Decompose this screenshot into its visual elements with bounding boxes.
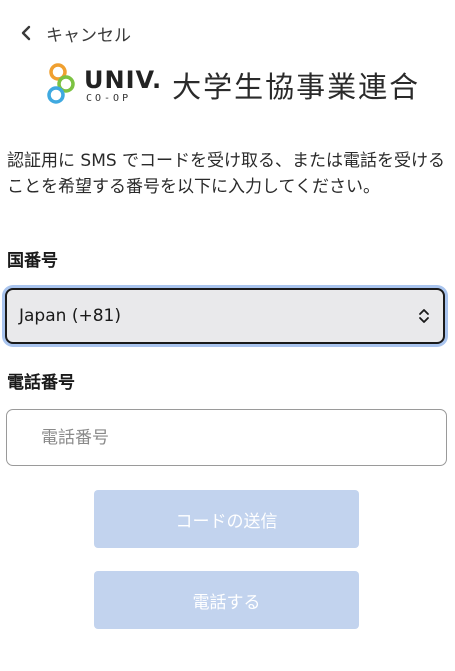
instruction-text: 認証用に SMS でコードを受け取る、または電話を受けることを希望する番号を以下… bbox=[7, 151, 446, 197]
chevron-up-down-icon bbox=[419, 309, 429, 323]
country-code-value: Japan (+81) bbox=[19, 306, 121, 326]
send-code-button[interactable]: コードの送信 bbox=[94, 490, 359, 548]
cancel-link[interactable]: キャンセル bbox=[20, 20, 131, 46]
phone-number-input[interactable] bbox=[6, 409, 447, 466]
brand-sub-text: CO-OP bbox=[86, 92, 132, 104]
phone-number-label: 電話番号 bbox=[7, 373, 75, 393]
org-name: 大学生協事業連合 bbox=[172, 70, 421, 104]
call-button[interactable]: 電話する bbox=[94, 571, 359, 629]
page: キャンセル UNIV. CO-OP 大学生協事業連合 認証用に SMS でコード… bbox=[0, 0, 455, 671]
coop-logo-mark-icon bbox=[47, 63, 75, 104]
univ-coop-logo: UNIV. CO-OP 大学生協事業連合 bbox=[44, 60, 420, 110]
brand-wordmark: UNIV. CO-OP bbox=[84, 67, 162, 104]
cancel-label: キャンセル bbox=[46, 25, 131, 46]
country-code-label: 国番号 bbox=[7, 251, 58, 271]
brand-main-text: UNIV. bbox=[84, 65, 163, 94]
country-code-select[interactable]: Japan (+81) bbox=[5, 288, 445, 344]
chevron-left-icon bbox=[20, 25, 40, 41]
